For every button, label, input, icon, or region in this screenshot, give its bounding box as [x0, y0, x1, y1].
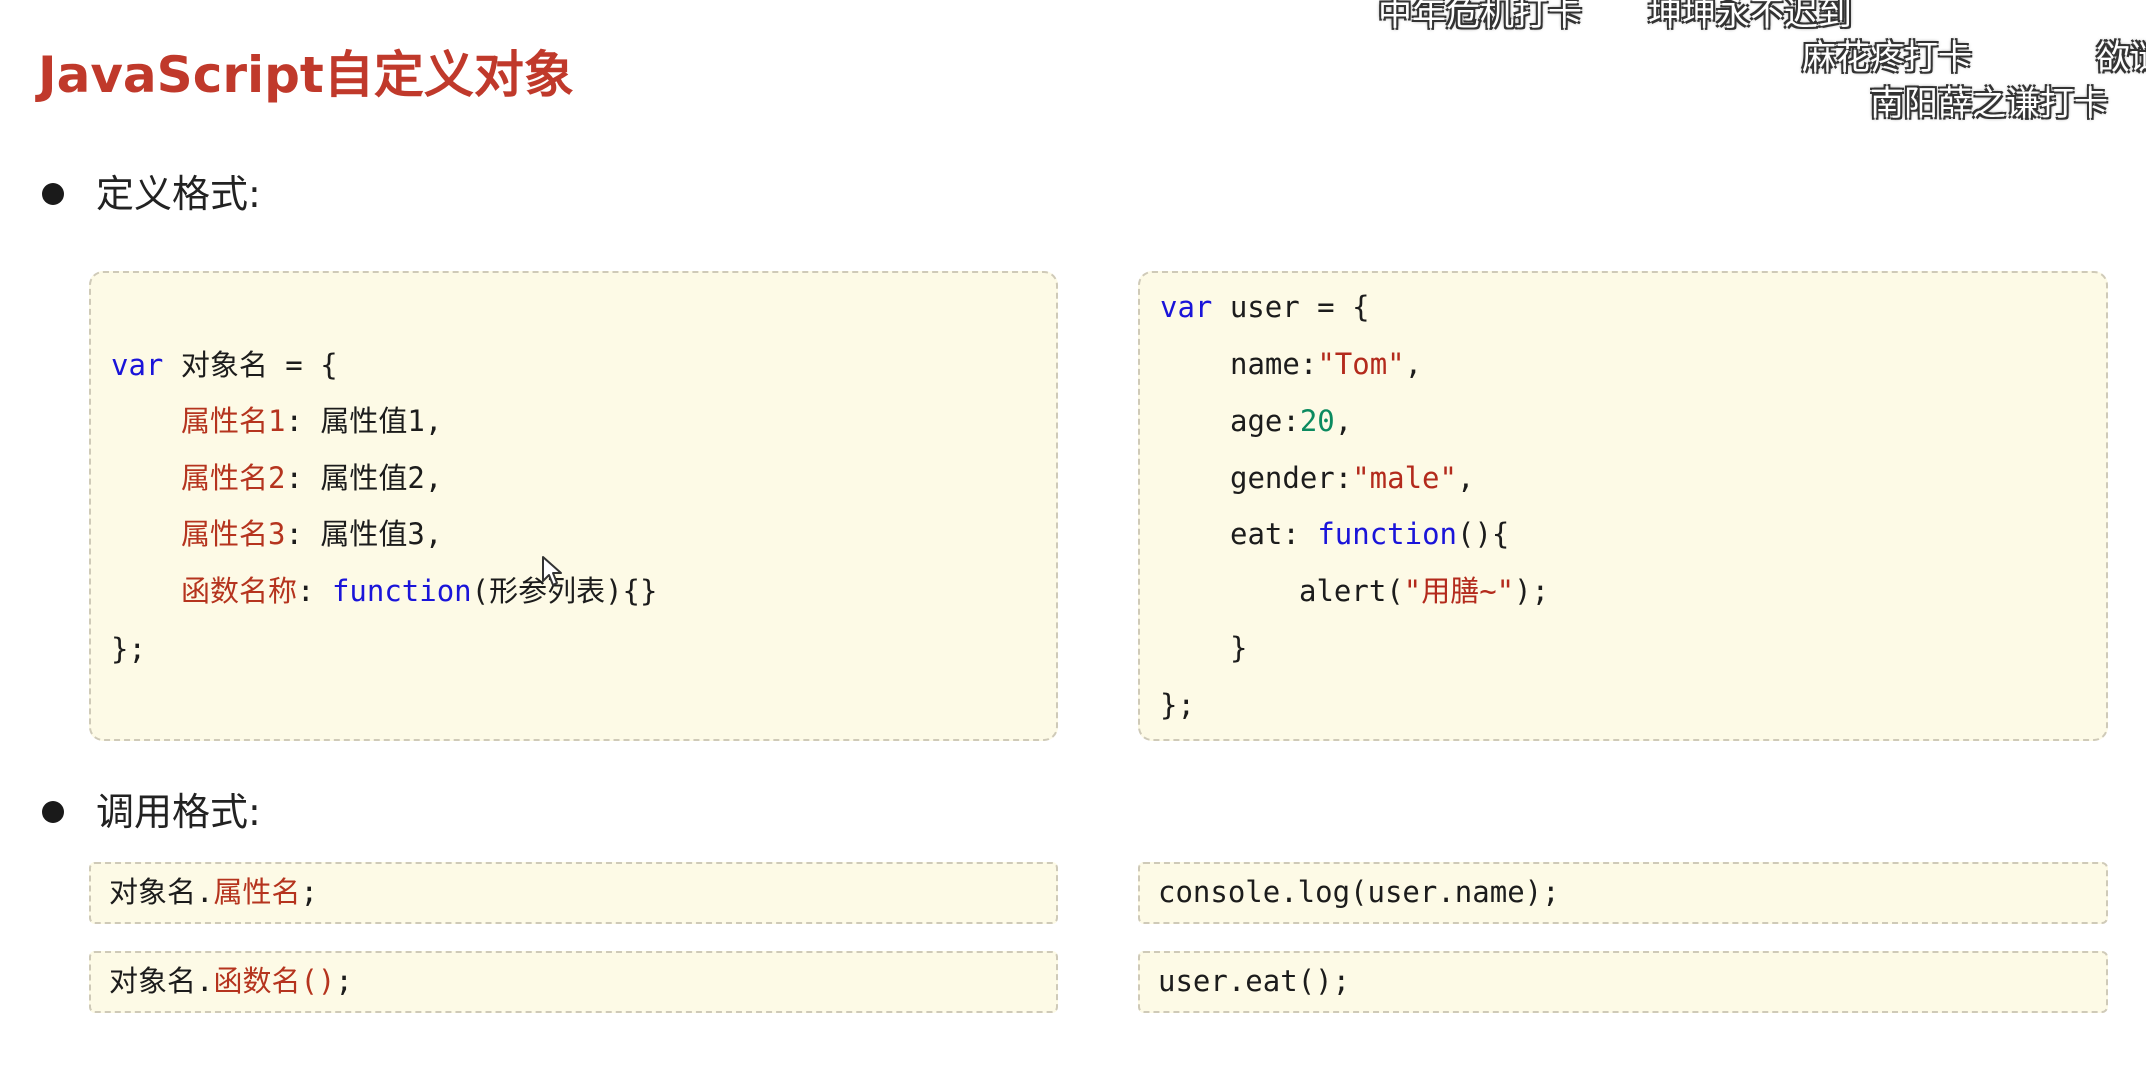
code-string: "male" — [1352, 461, 1457, 495]
code-line: var 对象名 = { — [111, 337, 338, 393]
code-line: 函数名称: function(形参列表){} — [181, 563, 657, 619]
code-string: "用膳~" — [1403, 574, 1515, 608]
code-text: : 属性值2, — [285, 461, 443, 495]
section-call: 调用格式: — [42, 784, 261, 840]
code-text: name: — [1230, 347, 1318, 381]
danmaku-comment: 坤坤永不迟到 — [1648, 0, 1852, 34]
call-function-template-box: 对象名.函数名(); — [89, 951, 1058, 1013]
code-text: : — [297, 574, 332, 608]
code-property: 属性名 — [213, 875, 301, 909]
code-line: alert("用膳~"); — [1299, 563, 1549, 619]
code-line: 属性名2: 属性值2, — [181, 450, 442, 506]
code-property: 函数名称 — [181, 574, 298, 608]
danmaku-comment: 欲谜 — [2096, 38, 2146, 78]
code-line: } — [1230, 620, 1247, 676]
code-line: var user = { — [1160, 279, 1370, 335]
code-text: 对象名. — [109, 875, 214, 909]
code-line: user.eat(); — [1158, 953, 1350, 1009]
code-text: , — [1404, 347, 1423, 381]
code-text: : 属性值3, — [285, 517, 443, 551]
code-keyword: function — [1317, 517, 1457, 551]
code-text: user = { — [1212, 290, 1370, 324]
code-property: 属性名2 — [181, 461, 286, 495]
danmaku-comment: 中年危机打卡 — [1378, 0, 1582, 34]
code-text: 对象名. — [109, 964, 214, 998]
danmaku-comment: 南阳薛之谦打卡 — [1870, 84, 2108, 124]
template-code-box: var 对象名 = { 属性名1: 属性值1, 属性名2: 属性值2, 属性名3… — [89, 271, 1058, 741]
code-text: gender: — [1230, 461, 1353, 495]
code-line: name:"Tom", — [1230, 336, 1422, 392]
code-text: ); — [1514, 574, 1550, 608]
code-line: 属性名3: 属性值3, — [181, 506, 442, 562]
danmaku-comment: 麻花疼打卡 — [1802, 38, 1972, 78]
bullet-icon — [42, 801, 64, 823]
code-line: 对象名.属性名; — [109, 864, 318, 920]
code-line: gender:"male", — [1230, 450, 1474, 506]
code-line: }; — [1160, 677, 1195, 733]
code-text: alert( — [1299, 574, 1404, 608]
code-text: console.log(user.name); — [1158, 875, 1560, 909]
code-line: console.log(user.name); — [1158, 864, 1560, 920]
code-property: 属性名3 — [181, 517, 286, 551]
code-line: }; — [111, 621, 146, 677]
section-call-label: 调用格式: — [96, 790, 261, 834]
code-text: (形参列表){} — [471, 574, 658, 608]
code-text: user.eat(); — [1158, 964, 1351, 998]
call-property-example-box: console.log(user.name); — [1138, 862, 2108, 924]
bullet-icon — [42, 183, 64, 205]
code-text: }; — [111, 632, 146, 666]
code-text: age: — [1230, 404, 1300, 438]
section-define-label: 定义格式: — [96, 172, 261, 216]
code-line: age:20, — [1230, 393, 1352, 449]
code-line: 对象名.函数名(); — [109, 953, 353, 1009]
code-text: , — [1334, 404, 1353, 438]
code-text: 对象名 = { — [163, 348, 338, 382]
code-text: (){ — [1457, 517, 1510, 551]
code-text: eat: — [1230, 517, 1318, 551]
code-property: 属性名1 — [181, 404, 286, 438]
code-text: } — [1230, 631, 1248, 665]
example-code-box: var user = { name:"Tom", age:20, gender:… — [1138, 271, 2108, 741]
code-text: }; — [1160, 688, 1195, 722]
code-string: "Tom" — [1317, 347, 1405, 381]
code-property: 函数名() — [213, 964, 336, 998]
page-title: JavaScript自定义对象 — [38, 46, 574, 104]
call-property-template-box: 对象名.属性名; — [89, 862, 1058, 924]
code-keyword: function — [331, 574, 472, 608]
code-keyword: var — [111, 348, 164, 382]
code-text: , — [1456, 461, 1475, 495]
code-line: 属性名1: 属性值1, — [181, 393, 442, 449]
call-function-example-box: user.eat(); — [1138, 951, 2108, 1013]
code-number: 20 — [1299, 404, 1335, 438]
code-line: eat: function(){ — [1230, 506, 1509, 562]
code-text: ; — [300, 875, 318, 909]
code-text: : 属性值1, — [285, 404, 443, 438]
code-text: ; — [335, 964, 353, 998]
mouse-cursor-icon — [542, 556, 562, 586]
code-keyword: var — [1160, 290, 1213, 324]
section-define: 定义格式: — [42, 166, 261, 222]
